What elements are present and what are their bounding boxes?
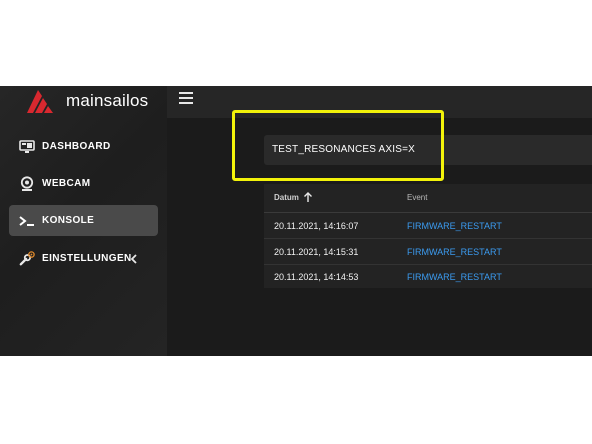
- mainsail-logo-icon: [27, 90, 53, 113]
- sidebar-item-label: DASHBOARD: [42, 141, 111, 152]
- hamburger-menu-icon[interactable]: [179, 92, 193, 106]
- chevron-left-icon[interactable]: [129, 252, 139, 266]
- sidebar-item-label: EINSTELLUNGEN: [42, 253, 132, 264]
- row-event-link[interactable]: FIRMWARE_RESTART: [407, 272, 502, 282]
- highlight-annotation-box: [232, 110, 444, 181]
- column-header-event[interactable]: Event: [407, 193, 427, 202]
- brand[interactable]: mainsailos: [0, 86, 167, 116]
- sidebar-item-label: WEBCAM: [42, 178, 91, 189]
- row-date: 20.11.2021, 14:14:53: [274, 272, 359, 282]
- wrench-gear-icon: [19, 250, 35, 267]
- table-row: 20.11.2021, 14:16:07 FIRMWARE_RESTART: [264, 213, 592, 239]
- sidebar-item-dashboard[interactable]: DASHBOARD: [9, 131, 158, 162]
- table-header: Datum Event: [264, 184, 592, 213]
- monitor-icon: [19, 139, 35, 155]
- sort-ascending-icon[interactable]: [303, 191, 313, 203]
- row-date: 20.11.2021, 14:16:07: [274, 221, 359, 231]
- brand-name: mainsailos: [66, 91, 149, 110]
- webcam-icon: [19, 175, 35, 192]
- table-row: 20.11.2021, 14:15:31 FIRMWARE_RESTART: [264, 239, 592, 265]
- sidebar-item-einstellungen[interactable]: EINSTELLUNGEN: [9, 243, 158, 274]
- sidebar-item-label: KONSOLE: [42, 215, 95, 226]
- table-row: 20.11.2021, 14:14:53 FIRMWARE_RESTART: [264, 264, 592, 289]
- console-history-table: Datum Event 20.11.2021, 14:16:07 FIRMWAR…: [264, 184, 592, 288]
- sidebar-item-konsole[interactable]: KONSOLE: [9, 205, 158, 236]
- sidebar: mainsailos DASHBOARD WEBCAM KONSOLE EINS…: [0, 86, 168, 356]
- row-event-link[interactable]: FIRMWARE_RESTART: [407, 221, 502, 231]
- row-date: 20.11.2021, 14:15:31: [274, 247, 359, 257]
- column-header-date[interactable]: Datum: [274, 193, 299, 202]
- sidebar-item-webcam[interactable]: WEBCAM: [9, 168, 158, 199]
- row-event-link[interactable]: FIRMWARE_RESTART: [407, 247, 502, 257]
- console-icon: [19, 213, 35, 229]
